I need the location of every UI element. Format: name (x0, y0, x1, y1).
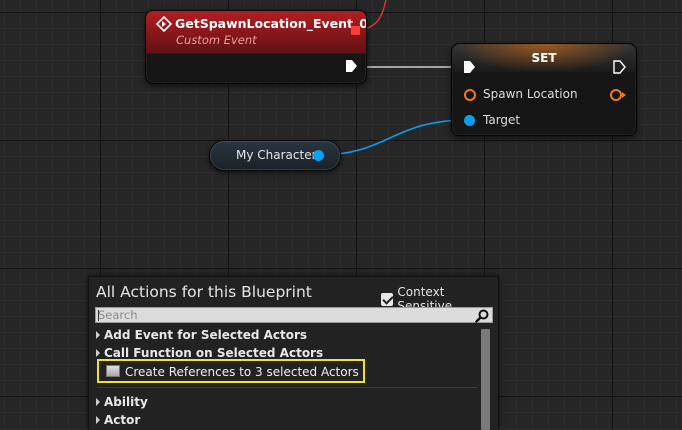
exec-input-pin[interactable] (462, 60, 476, 74)
spawn-location-label: Spawn Location (483, 87, 578, 101)
expand-arrow-icon (96, 398, 100, 406)
menu-item-create-references[interactable]: Create References to 3 selected Actors (97, 359, 365, 383)
target-label: Target (483, 113, 521, 127)
custom-event-node[interactable]: GetSpawnLocation_Event_0 Custom Event (145, 10, 367, 84)
menu-category-label: Actor (104, 413, 141, 427)
event-diamond-icon (156, 16, 172, 32)
object-reference-wire (317, 119, 470, 156)
menu-scrollbar[interactable] (481, 329, 490, 430)
expand-arrow-icon (96, 416, 100, 424)
spawn-location-input-pin[interactable] (464, 89, 476, 101)
set-variable-node[interactable]: SET Spawn Location Target (451, 43, 637, 136)
actor-reference-icon (106, 365, 120, 377)
search-box[interactable] (95, 307, 493, 323)
search-icon[interactable] (475, 309, 489, 323)
event-node-header[interactable]: GetSpawnLocation_Event_0 Custom Event (146, 11, 366, 54)
my-character-getter-node[interactable]: My Character (209, 140, 341, 171)
search-input[interactable] (98, 308, 468, 322)
event-node-subtitle: Custom Event (176, 33, 257, 47)
my-character-output-pin[interactable] (313, 150, 324, 161)
spawn-location-output-arrow-icon (622, 92, 626, 98)
menu-separator (97, 387, 477, 388)
menu-category-label: Add Event for Selected Actors (104, 328, 308, 342)
delegate-output-pin[interactable] (351, 26, 360, 35)
action-menu-title: All Actions for this Blueprint (96, 283, 312, 301)
set-node-header[interactable]: SET (452, 44, 636, 72)
menu-category-label: Ability (104, 395, 148, 409)
menu-category-add-event[interactable]: Add Event for Selected Actors (96, 328, 307, 342)
spawn-location-output-pin[interactable] (610, 89, 622, 101)
event-node-title: GetSpawnLocation_Event_0 (175, 16, 367, 31)
target-input-pin[interactable] (464, 115, 475, 126)
menu-category-actor[interactable]: Actor (96, 413, 140, 427)
menu-item-label: Create References to 3 selected Actors (125, 365, 359, 379)
blueprint-action-menu[interactable]: All Actions for this Blueprint Context S… (88, 276, 499, 430)
exec-output-pin-set[interactable] (612, 60, 626, 74)
text-cursor (98, 310, 99, 321)
set-node-title: SET (531, 51, 557, 65)
menu-category-ability[interactable]: Ability (96, 395, 148, 409)
menu-category-label: Call Function on Selected Actors (104, 346, 324, 360)
getter-label: My Character (236, 148, 317, 162)
context-sensitive-checkbox[interactable] (381, 292, 394, 306)
exec-output-pin[interactable] (344, 59, 358, 73)
expand-arrow-icon (96, 331, 100, 339)
expand-arrow-icon (96, 349, 100, 357)
menu-category-call-function[interactable]: Call Function on Selected Actors (96, 346, 323, 360)
